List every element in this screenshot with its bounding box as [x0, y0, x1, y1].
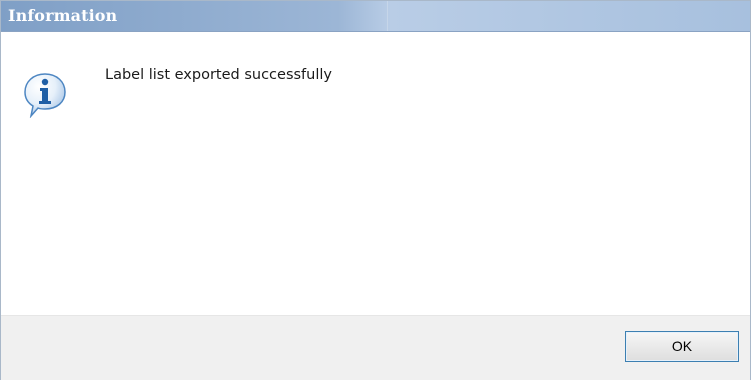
- dialog-title: Information: [8, 6, 118, 25]
- information-dialog: Information Label list exported successf…: [0, 0, 751, 380]
- info-icon: [23, 72, 67, 119]
- title-bar-divider: [387, 1, 388, 31]
- ok-button[interactable]: OK: [625, 331, 739, 362]
- dialog-title-bar[interactable]: Information: [1, 1, 750, 32]
- dialog-content: Label list exported successfully: [1, 32, 750, 315]
- dialog-message: Label list exported successfully: [105, 67, 332, 83]
